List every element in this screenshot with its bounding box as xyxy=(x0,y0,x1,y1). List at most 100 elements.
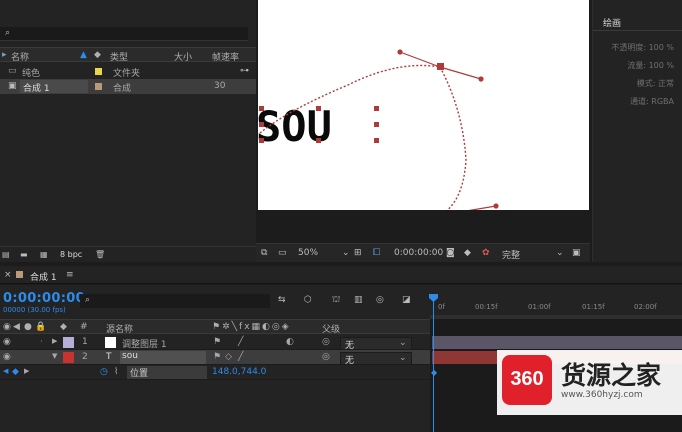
motion-path: SOU xyxy=(258,49,499,210)
frame-count: 00000 (30.00 fps) xyxy=(3,306,66,314)
chevron-down-icon[interactable]: ⌄ xyxy=(342,248,350,258)
prev-keyframe-icon[interactable]: ◀ xyxy=(3,367,8,375)
watermark-name: 货源之家 xyxy=(561,361,662,390)
property-row[interactable]: ◀ ◆ ▶ ◷ ⌇ 位置 148.0,744.0 xyxy=(0,365,430,380)
project-column-headers: ▸ 名称 ▲ ◆ 类型 大小 帧速率 xyxy=(0,47,256,63)
composition-viewer: SOU ⧉ ▭ 50% ⌄ ⊞ ⧠ 0:00:00:00 ◙ ◆ ✿ 完整 ⌄ … xyxy=(256,0,590,262)
stopwatch-icon[interactable]: ◷ xyxy=(100,367,108,377)
timeline-search-input[interactable]: ⌕ xyxy=(80,294,270,308)
label-tag-icon[interactable]: ◆ xyxy=(60,322,67,332)
graph-icon[interactable]: ⌇ xyxy=(114,367,118,377)
eye-icon[interactable]: ◉ xyxy=(3,337,11,347)
folder-icon: ▭ xyxy=(8,66,17,76)
shy-layers-icon[interactable]: ⛫ xyxy=(332,295,340,306)
panel-menu-icon[interactable]: ≡ xyxy=(66,270,74,280)
expand-icon[interactable]: ▸ xyxy=(2,50,7,60)
collapse-switch-icon[interactable]: ◇ xyxy=(225,352,232,362)
col-type[interactable]: 类型 xyxy=(110,50,128,63)
close-icon[interactable]: × xyxy=(4,270,12,280)
shy-switch-icon[interactable]: ⚑ xyxy=(213,337,221,347)
label-tag-icon[interactable]: ◆ xyxy=(94,50,101,60)
parent-dropdown[interactable]: 无 ⌄ xyxy=(340,352,412,366)
region-icon[interactable]: ⧠ xyxy=(373,248,380,258)
flow-prop: 流量: 100 % xyxy=(627,61,674,70)
chevron-down-icon[interactable]: ⌄ xyxy=(556,248,564,258)
new-folder-icon[interactable]: ▬ xyxy=(20,250,28,259)
project-panel: ⌕ ▸ 名称 ▲ ◆ 类型 大小 帧速率 ▭ 纯色 文件夹 ⊶ ▣ 合成 1 合… xyxy=(0,0,256,262)
col-name[interactable]: 名称 xyxy=(11,50,29,63)
search-icon: ⌕ xyxy=(5,28,11,38)
col-source-name[interactable]: 源名称 xyxy=(106,322,133,335)
adjustment-switch-icon[interactable]: ◐ xyxy=(286,337,294,347)
text-layer-icon: T xyxy=(106,352,112,362)
layer-name[interactable]: sou xyxy=(120,351,206,364)
layer-color-swatch[interactable] xyxy=(63,337,74,348)
composition-canvas[interactable]: SOU xyxy=(258,0,589,210)
tab-comp-1[interactable]: 合成 1 xyxy=(30,270,57,283)
keyframe-icon[interactable]: ◆ xyxy=(12,367,19,377)
time-ruler[interactable]: 0f 00:15f 01:00f 01:15f 02:00f xyxy=(430,285,682,315)
eye-icon[interactable]: ◉ xyxy=(3,352,11,362)
table-row-selected[interactable]: ◉ ▼ 2 T sou ⚑ ◇ ╱ ◎ 无 ⌄ xyxy=(0,350,430,366)
lock-icon[interactable]: 🔒 xyxy=(35,322,46,332)
monitor-icon[interactable]: ▭ xyxy=(278,248,287,258)
keyframe-icon[interactable]: ◆ xyxy=(431,368,437,377)
show-channel-icon[interactable]: ◆ xyxy=(464,248,471,258)
bpc-label[interactable]: 8 bpc xyxy=(60,250,82,259)
col-parent[interactable]: 父级 xyxy=(322,322,340,335)
quality-switch-icon[interactable]: ╱ xyxy=(238,352,243,362)
pickwhip-icon[interactable]: ◎ xyxy=(322,337,330,347)
interpret-footage-icon[interactable]: ▤ xyxy=(2,250,10,259)
playhead[interactable] xyxy=(433,299,434,432)
audio-icon[interactable]: ◀ xyxy=(13,322,20,332)
layer-color-swatch[interactable] xyxy=(63,352,74,363)
label-swatch[interactable] xyxy=(95,83,102,90)
trash-icon[interactable]: 🗑 xyxy=(95,250,105,259)
keyframe-handle[interactable] xyxy=(437,63,444,70)
grid-icon[interactable]: ▣ xyxy=(572,248,581,258)
fit-icon[interactable]: ⊞ xyxy=(354,248,362,258)
draft-3d-icon[interactable]: ⬡ xyxy=(304,295,312,305)
layer-name[interactable]: 调整图层 1 xyxy=(122,337,167,350)
quality-dropdown[interactable]: 完整 xyxy=(502,248,520,261)
parent-dropdown[interactable]: 无 ⌄ xyxy=(340,337,412,351)
zoom-dropdown[interactable]: 50% xyxy=(298,248,318,258)
viewer-toolbar: ⧉ ▭ 50% ⌄ ⊞ ⧠ 0:00:00:00 ◙ ◆ ✿ 完整 ⌄ ▣ xyxy=(256,243,590,262)
mode-prop: 模式: 正常 xyxy=(636,79,674,88)
eye-icon[interactable]: ◉ xyxy=(3,322,11,332)
pickwhip-icon[interactable]: ◎ xyxy=(322,352,330,362)
search-icon: ⌕ xyxy=(85,295,91,305)
color-wheel-icon[interactable]: ✿ xyxy=(482,248,490,258)
project-search-input[interactable]: ⌕ xyxy=(0,27,248,41)
frame-blending-icon[interactable]: ▥ xyxy=(354,295,363,305)
paint-panel: 绘画 不透明度: 100 % 流量: 100 % 模式: 正常 通道: RGBA xyxy=(592,0,682,262)
camera-icon[interactable]: ◙ xyxy=(446,248,455,258)
position-value[interactable]: 148.0,744.0 xyxy=(212,367,266,377)
shy-switch-icon[interactable]: ⚑ xyxy=(213,352,221,362)
table-row[interactable]: ◉ · ▶ 1 调整图层 1 ⚑ ╱ ◐ ◎ 无 ⌄ xyxy=(0,335,430,351)
col-size[interactable]: 大小 xyxy=(174,50,192,63)
comp-mini-flowchart-icon[interactable]: ⇆ xyxy=(278,295,286,305)
list-item[interactable]: ▭ 纯色 文件夹 ⊶ xyxy=(0,64,256,79)
quality-switch-icon[interactable]: ╱ xyxy=(238,337,243,347)
solo-icon[interactable]: ● xyxy=(24,322,32,332)
layer-bar[interactable] xyxy=(432,336,682,349)
list-item-selected[interactable]: ▣ 合成 1 合成 30 xyxy=(0,79,256,94)
expand-arrow-icon[interactable]: ▶ xyxy=(52,337,57,345)
graph-editor-icon[interactable]: ◪ xyxy=(402,295,411,305)
collapse-arrow-icon[interactable]: ▼ xyxy=(52,352,57,360)
sort-up-icon[interactable]: ▲ xyxy=(80,50,87,60)
snapshot-icon[interactable]: ⧉ xyxy=(261,248,267,258)
col-fps[interactable]: 帧速率 xyxy=(212,50,239,63)
motion-blur-icon[interactable]: ◎ xyxy=(376,295,384,305)
timeline-timecode[interactable]: 0:00:00:00 xyxy=(3,291,85,306)
label-swatch[interactable] xyxy=(95,68,102,75)
layer-column-headers: ◉ ◀ ● 🔒 ◆ # 源名称 ⚑✲╲fx▦◐◎◈ 父级 xyxy=(0,319,430,335)
next-keyframe-icon[interactable]: ▶ xyxy=(24,367,29,375)
panel-title: 绘画 xyxy=(603,19,622,29)
new-comp-icon[interactable]: ▦ xyxy=(40,250,48,259)
watermark: 360 货源之家 www.360hyzj.com xyxy=(497,350,682,415)
viewer-timecode[interactable]: 0:00:00:00 xyxy=(394,248,443,258)
flowchart-icon[interactable]: ⊶ xyxy=(240,66,249,76)
timeline-tab-bar: × 合成 1 ≡ xyxy=(0,266,682,284)
